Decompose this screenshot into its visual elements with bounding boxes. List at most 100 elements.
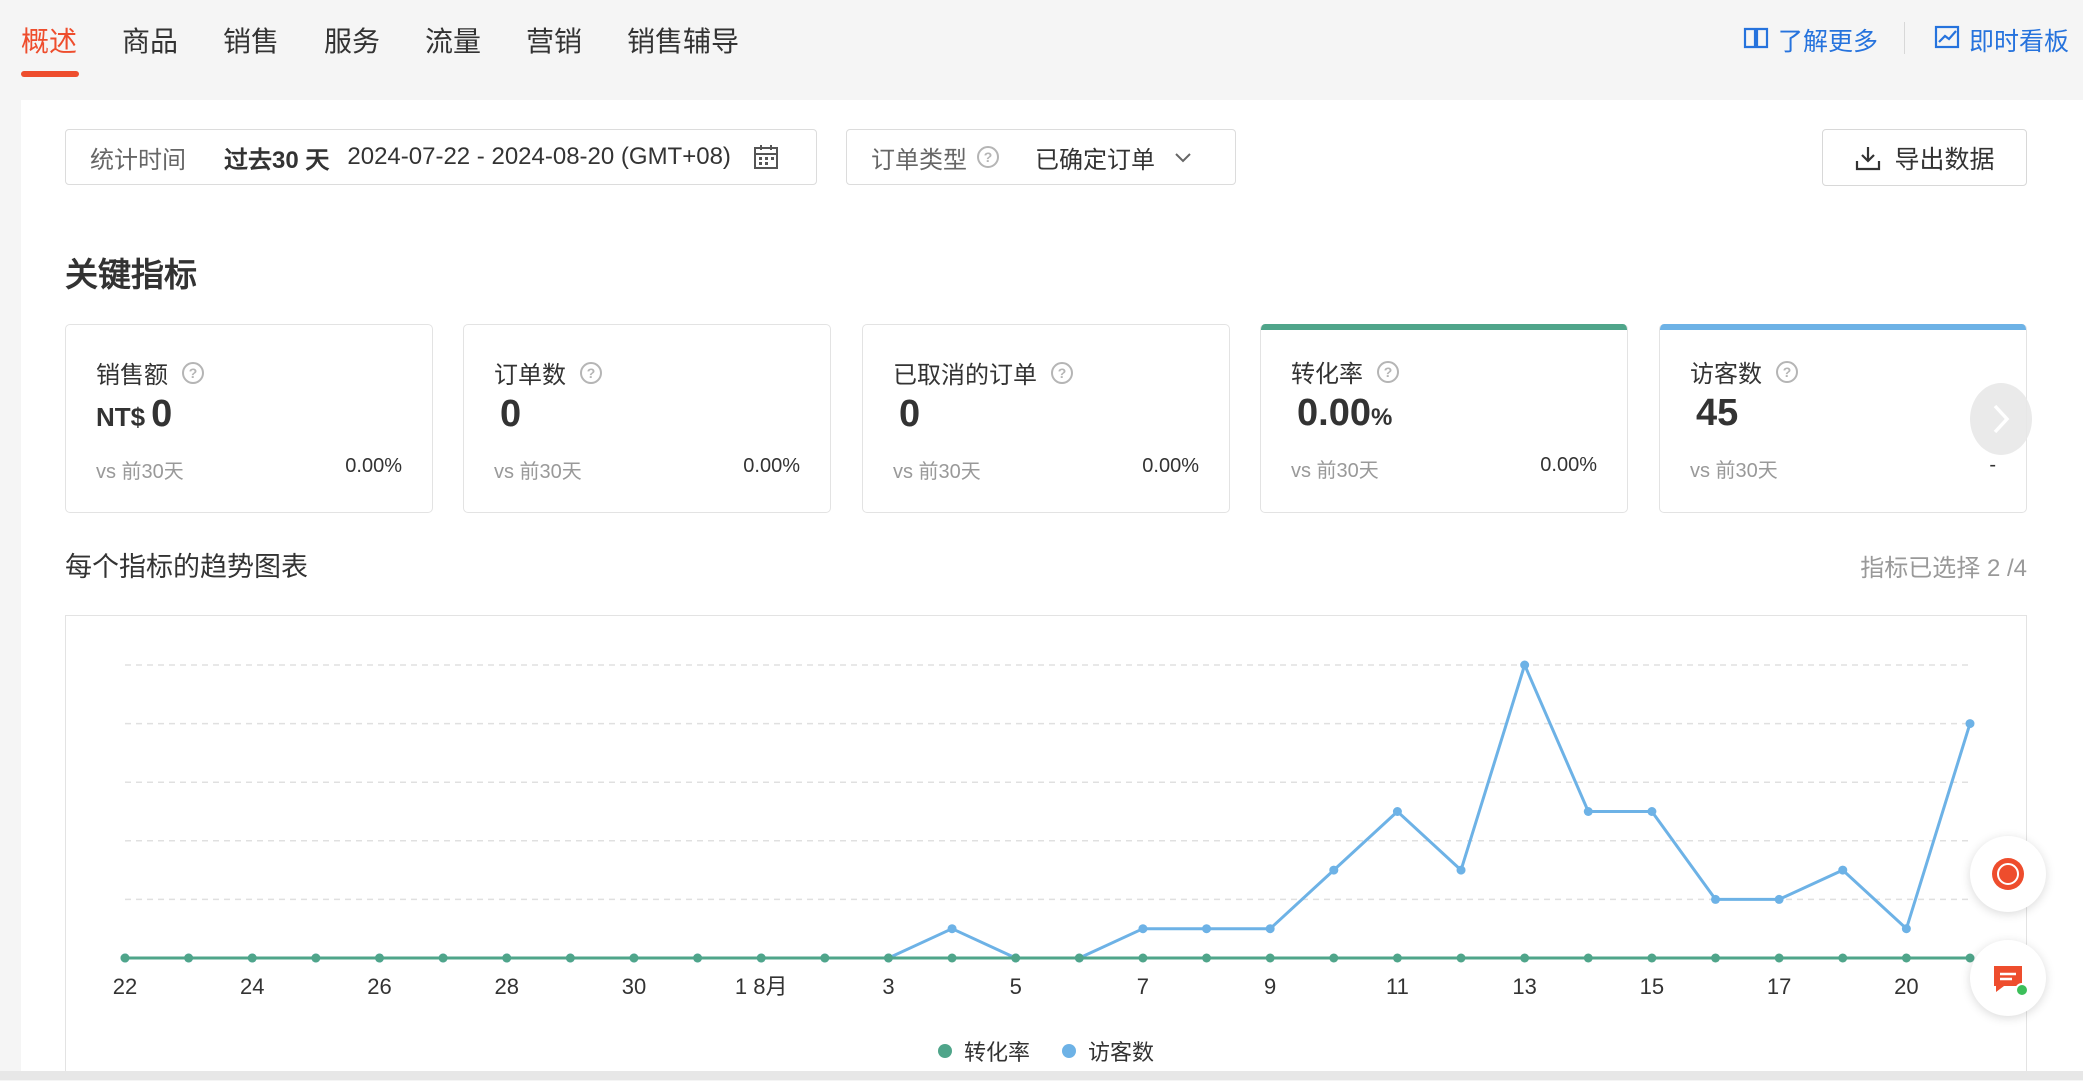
data-point[interactable] (1583, 807, 1593, 816)
metric-compare-label: vs 前30天 (1690, 460, 1778, 482)
data-point[interactable] (1202, 953, 1212, 963)
x-tick-label: 11 (1386, 974, 1409, 999)
series-line (125, 663, 1972, 960)
data-point[interactable] (1329, 865, 1339, 875)
data-point[interactable] (1074, 953, 1084, 963)
card-accent-bar (1660, 324, 2026, 330)
metric-title-row: 转化率? (1291, 354, 1399, 389)
data-point[interactable] (1901, 953, 1911, 963)
data-point[interactable] (1456, 953, 1466, 963)
data-point[interactable] (1329, 953, 1339, 963)
tab-service[interactable]: 服务 (324, 20, 380, 60)
data-point[interactable] (1774, 953, 1784, 963)
order-type-value: 已确定订单 (1035, 146, 1155, 174)
metric-change: 0.00% (1540, 454, 1597, 476)
data-point[interactable] (1520, 660, 1530, 670)
export-label: 导出数据 (1894, 145, 1995, 174)
time-range: 过去30 天 (224, 146, 330, 174)
data-point[interactable] (1265, 953, 1275, 963)
data-point[interactable] (1711, 953, 1721, 963)
metric-card[interactable]: 销售额? NT$ 0 vs 前30天 0.00% (65, 324, 433, 513)
metric-change: 0.00% (345, 455, 402, 477)
x-tick-label: 20 (1894, 974, 1918, 999)
data-point[interactable] (311, 953, 321, 963)
x-tick-label: 3 (882, 974, 894, 999)
realtime-dashboard-link[interactable]: 即时看板 (1933, 22, 2069, 58)
data-point[interactable] (1392, 807, 1402, 816)
data-point[interactable] (1202, 924, 1212, 934)
trend-chart-container: 22 24 26 28 30 1 8月 3 5 7 9 11 13 15 17 20 (65, 615, 2027, 1080)
legend-item[interactable]: 转化率 (938, 1035, 1030, 1067)
time-dates: 2024-07-22 - 2024-08-20 (GMT+08) (347, 143, 731, 170)
next-cards-button[interactable] (1970, 383, 2032, 455)
data-point[interactable] (947, 924, 957, 934)
x-tick-label: 28 (494, 974, 518, 999)
tab-products[interactable]: 商品 (122, 20, 178, 60)
data-point[interactable] (883, 953, 893, 963)
tab-marketing[interactable]: 营销 (526, 20, 582, 60)
help-icon[interactable]: ? (977, 146, 999, 168)
data-point[interactable] (1647, 953, 1657, 963)
data-point[interactable] (184, 953, 194, 963)
date-range-picker[interactable]: 统计时间 过去30 天 2024-07-22 - 2024-08-20 (GMT… (65, 129, 817, 185)
data-point[interactable] (247, 953, 257, 963)
data-point[interactable] (1392, 953, 1402, 963)
data-point[interactable] (1965, 719, 1975, 729)
metric-title: 已取消的订单 (893, 362, 1037, 389)
data-point[interactable] (1265, 924, 1275, 934)
selected-metrics-count[interactable]: 指标已选择 2 /4 (1860, 548, 2027, 583)
data-point[interactable] (502, 953, 512, 963)
order-type-select[interactable]: 订单类型 ? 已确定订单 (846, 129, 1236, 185)
data-point[interactable] (1774, 894, 1784, 904)
card-accent-bar (464, 325, 830, 331)
x-tick-label: 5 (1010, 974, 1022, 999)
data-point[interactable] (1011, 953, 1021, 963)
data-point[interactable] (629, 953, 639, 963)
tab-overview[interactable]: 概述 (21, 20, 77, 60)
export-data-button[interactable]: 导出数据 (1822, 129, 2027, 186)
metric-value: 0 (899, 393, 921, 435)
data-point[interactable] (1520, 953, 1530, 963)
tab-sales-coaching[interactable]: 销售辅导 (627, 20, 739, 60)
data-point[interactable] (1711, 894, 1721, 904)
data-point[interactable] (1838, 953, 1848, 963)
metric-card[interactable]: 转化率? 0.00% vs 前30天 0.00% (1260, 324, 1628, 513)
data-point[interactable] (1583, 953, 1593, 963)
chat-assistant-button[interactable] (1970, 836, 2046, 912)
data-point[interactable] (1456, 865, 1466, 875)
support-chat-icon (1988, 958, 2028, 998)
data-point[interactable] (565, 953, 575, 963)
metric-change: 0.00% (1142, 455, 1199, 477)
data-point[interactable] (1138, 953, 1148, 963)
data-point[interactable] (756, 953, 766, 963)
customer-service-button[interactable] (1970, 940, 2046, 1016)
data-point[interactable] (1901, 924, 1911, 934)
data-point[interactable] (1838, 865, 1848, 875)
data-point[interactable] (438, 953, 448, 963)
data-point[interactable] (1647, 807, 1657, 816)
chevron-right-icon (1990, 402, 2012, 436)
chat-bubble-icon (1986, 852, 2030, 896)
metric-card[interactable]: 订单数? 0 vs 前30天 0.00% (463, 324, 831, 513)
metric-compare-label: vs 前30天 (1291, 460, 1379, 482)
tab-sales[interactable]: 销售 (223, 20, 279, 60)
metric-value-row: 0 (494, 393, 521, 436)
help-icon[interactable]: ? (1051, 361, 1073, 384)
metric-card[interactable]: 已取消的订单? 0 vs 前30天 0.00% (862, 324, 1230, 513)
data-point[interactable] (120, 953, 130, 963)
help-icon[interactable]: ? (580, 361, 602, 384)
data-point[interactable] (820, 953, 830, 963)
data-point[interactable] (1138, 924, 1148, 934)
help-icon[interactable]: ? (182, 361, 204, 384)
tab-traffic[interactable]: 流量 (425, 20, 481, 60)
metric-title-row: 订单数? (494, 355, 602, 390)
legend-item[interactable]: 访客数 (1062, 1035, 1154, 1067)
data-point[interactable] (947, 953, 957, 963)
help-icon[interactable]: ? (1776, 360, 1798, 383)
help-icon[interactable]: ? (1377, 360, 1399, 383)
data-point[interactable] (693, 953, 703, 963)
metric-currency: NT$ (96, 402, 146, 432)
learn-more-link[interactable]: 了解更多 (1742, 22, 1878, 58)
data-point[interactable] (374, 953, 384, 963)
metric-title: 转化率 (1291, 361, 1363, 388)
